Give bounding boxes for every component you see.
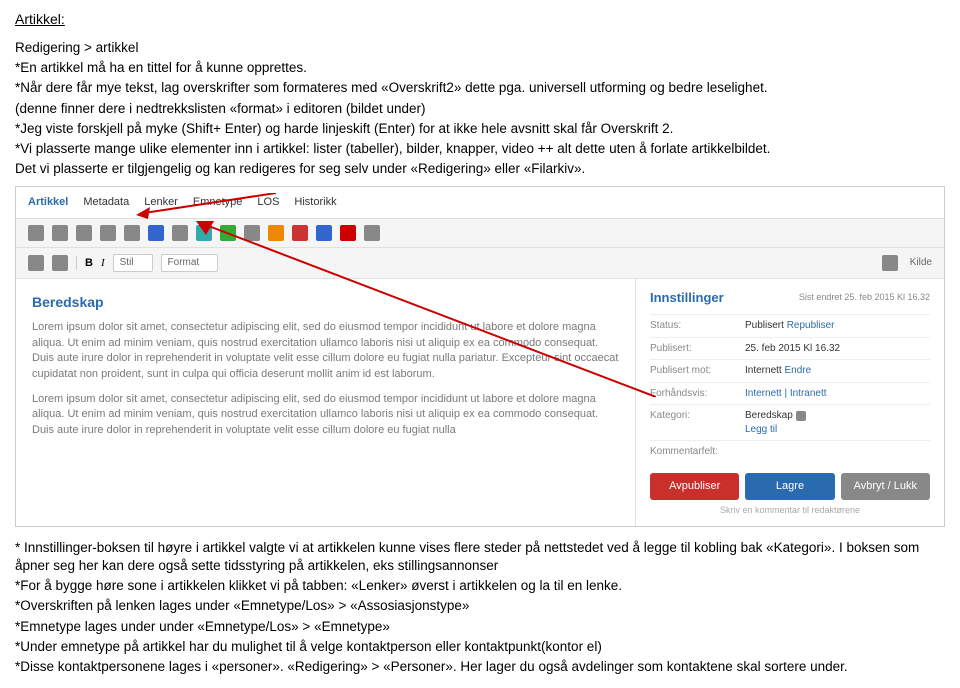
- outro-line-0: * Innstillinger-boksen til høyre i artik…: [15, 539, 945, 575]
- unlink-icon[interactable]: [172, 225, 188, 241]
- outro-line-4: *Under emnetype på artikkel har du mulig…: [15, 638, 945, 656]
- article-paragraph-2: Lorem ipsum dolor sit amet, consectetur …: [32, 392, 619, 438]
- more-icon[interactable]: [364, 225, 380, 241]
- image-icon[interactable]: [196, 225, 212, 241]
- outro-line-5: *Disse kontaktpersonene lages i «persone…: [15, 658, 945, 676]
- outro-line-1: *For å bygge høre sone i artikkelen klik…: [15, 577, 945, 595]
- settings-title: Innstillinger: [650, 289, 724, 307]
- format-select[interactable]: Format: [161, 254, 219, 272]
- link-icon[interactable]: [148, 225, 164, 241]
- preview-link[interactable]: Internett | Intranett: [745, 387, 827, 401]
- row-category: Kategori:Beredskap Legg til: [650, 404, 930, 440]
- settings-subtitle: Sist endret 25. feb 2015 Kl 16.32: [799, 291, 930, 303]
- divider-icon: [76, 256, 77, 270]
- source-label[interactable]: Kilde: [910, 256, 932, 270]
- settings-panel: Innstillinger Sist endret 25. feb 2015 K…: [635, 279, 944, 526]
- editor-body[interactable]: Beredskap Lorem ipsum dolor sit amet, co…: [16, 279, 635, 526]
- outro-line-3: *Emnetype lages under under «Emnetype/Lo…: [15, 618, 945, 636]
- table-icon[interactable]: [220, 225, 236, 241]
- tab-lenker[interactable]: Lenker: [144, 195, 178, 210]
- embed-icon[interactable]: [316, 225, 332, 241]
- media-icon[interactable]: [268, 225, 284, 241]
- button-icon[interactable]: [292, 225, 308, 241]
- intro-line-1: *En artikkel må ha en tittel for å kunne…: [15, 59, 945, 77]
- unpublish-button[interactable]: Avpubliser: [650, 473, 739, 500]
- tab-historikk[interactable]: Historikk: [294, 195, 336, 210]
- row-published: Publisert:25. feb 2015 Kl 16.32: [650, 337, 930, 360]
- intro-line-2: *Når dere får mye tekst, lag overskrifte…: [15, 79, 945, 97]
- redo-icon[interactable]: [124, 225, 140, 241]
- copy-icon[interactable]: [52, 225, 68, 241]
- cut-icon[interactable]: [28, 225, 44, 241]
- page-title: Artikkel:: [15, 10, 945, 29]
- outro-line-2: *Overskriften på lenken lages under «Emn…: [15, 597, 945, 615]
- paste-icon[interactable]: [76, 225, 92, 241]
- intro-line-6: Det vi plasserte er tilgjengelig og kan …: [15, 160, 945, 178]
- number-list-icon[interactable]: [52, 255, 68, 271]
- category-settings-icon[interactable]: [796, 411, 806, 421]
- tab-emnetype[interactable]: Emnetype: [193, 195, 243, 210]
- editor-tabs: Artikkel Metadata Lenker Emnetype LOS Hi…: [16, 187, 944, 219]
- tab-los[interactable]: LOS: [257, 195, 279, 210]
- add-category-link[interactable]: Legg til: [745, 424, 777, 435]
- list-icon[interactable]: [244, 225, 260, 241]
- intro-line-3: (denne finner dere i nedtrekkslisten «fo…: [15, 100, 945, 118]
- intro-line-4: *Jeg viste forskjell på myke (Shift+ Ent…: [15, 120, 945, 138]
- bullet-list-icon[interactable]: [28, 255, 44, 271]
- save-button[interactable]: Lagre: [745, 473, 834, 500]
- article-paragraph-1: Lorem ipsum dolor sit amet, consectetur …: [32, 320, 619, 382]
- republish-link[interactable]: Republiser: [787, 320, 835, 331]
- tab-metadata[interactable]: Metadata: [83, 195, 129, 210]
- comment-hint: Skriv en kommentar til redaktørene: [650, 504, 930, 516]
- intro-line-5: *Vi plasserte mange ulike elementer inn …: [15, 140, 945, 158]
- undo-icon[interactable]: [100, 225, 116, 241]
- row-status: Status:Publisert Republiser: [650, 314, 930, 337]
- editor-screenshot: Artikkel Metadata Lenker Emnetype LOS Hi…: [15, 186, 945, 526]
- intro-line-0: Redigering > artikkel: [15, 39, 945, 57]
- toolbar-row-1: [16, 219, 944, 248]
- tab-artikkel[interactable]: Artikkel: [28, 195, 68, 210]
- bold-button[interactable]: B: [85, 256, 93, 271]
- article-heading: Beredskap: [32, 293, 619, 313]
- row-published-to: Publisert mot:Internett Endre: [650, 359, 930, 382]
- toolbar-row-2: B I Stil Format Kilde: [16, 248, 944, 279]
- change-link[interactable]: Endre: [784, 365, 811, 376]
- italic-button[interactable]: I: [101, 256, 105, 271]
- style-select[interactable]: Stil: [113, 254, 153, 272]
- row-comments: Kommentarfelt:: [650, 440, 930, 463]
- row-preview: Forhåndsvis:Internett | Intranett: [650, 382, 930, 405]
- cancel-button[interactable]: Avbryt / Lukk: [841, 473, 930, 500]
- youtube-icon[interactable]: [340, 225, 356, 241]
- source-icon[interactable]: [882, 255, 898, 271]
